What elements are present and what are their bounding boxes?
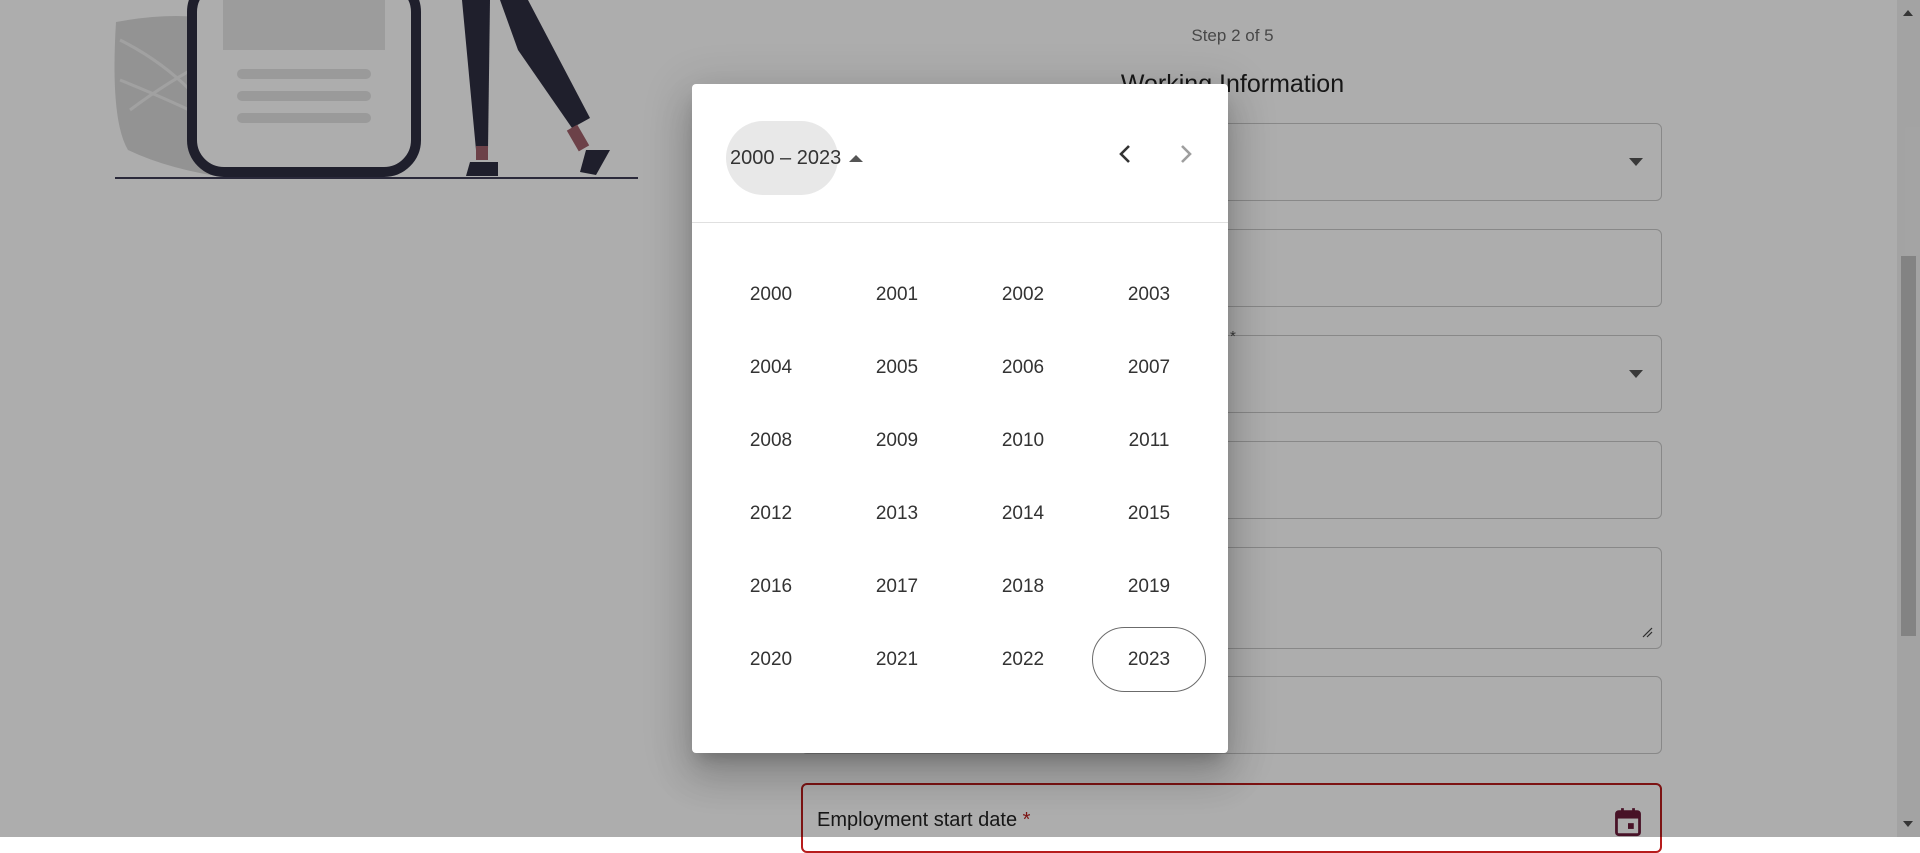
year-label: 2022 <box>1001 648 1045 670</box>
year-cell[interactable]: 2012 <box>708 477 834 550</box>
year-cell[interactable]: 2002 <box>960 258 1086 331</box>
year-label: 2000 <box>749 283 793 305</box>
year-label: 2003 <box>1127 283 1171 305</box>
year-row: 2012 2013 2014 2015 <box>708 477 1212 550</box>
year-cell[interactable]: 2000 <box>708 258 834 331</box>
year-label: 2013 <box>875 502 919 524</box>
year-cell[interactable]: 2008 <box>708 404 834 477</box>
next-period-button[interactable] <box>1162 130 1210 178</box>
year-row: 2000 2001 2002 2003 <box>708 258 1212 331</box>
year-label: 2012 <box>749 502 793 524</box>
period-toggle-button[interactable]: 2000 – 2023 <box>726 121 878 195</box>
year-cell[interactable]: 2018 <box>960 550 1086 623</box>
year-cell[interactable]: 2007 <box>1086 331 1212 404</box>
year-row: 2008 2009 2010 2011 <box>708 404 1212 477</box>
year-label: 2008 <box>749 429 793 451</box>
year-cell[interactable]: 2009 <box>834 404 960 477</box>
period-label: 2000 – 2023 <box>730 146 842 169</box>
year-label: 2014 <box>1001 502 1045 524</box>
year-grid: 2000 2001 2002 2003 2004 2005 2006 2007 … <box>708 258 1212 696</box>
year-cell[interactable]: 2011 <box>1086 404 1212 477</box>
year-cell[interactable]: 2004 <box>708 331 834 404</box>
year-row: 2016 2017 2018 2019 <box>708 550 1212 623</box>
chevron-right-icon <box>1181 145 1192 163</box>
year-label: 2005 <box>875 356 919 378</box>
year-cell[interactable]: 2020 <box>708 623 834 696</box>
year-label: 2020 <box>749 648 793 670</box>
datepicker-dialog: 2000 – 2023 2000 2001 2002 2003 2004 200… <box>692 84 1228 753</box>
year-cell[interactable]: 2017 <box>834 550 960 623</box>
year-label: 2015 <box>1127 502 1171 524</box>
year-cell-current[interactable]: 2023 <box>1086 623 1212 696</box>
year-cell[interactable]: 2019 <box>1086 550 1212 623</box>
datepicker-header: 2000 – 2023 <box>692 84 1228 223</box>
year-label: 2019 <box>1127 575 1171 597</box>
year-label: 2018 <box>1001 575 1045 597</box>
chevron-left-icon <box>1119 145 1130 163</box>
year-label: 2011 <box>1128 429 1170 451</box>
year-label: 2021 <box>875 648 919 670</box>
year-row: 2020 2021 2022 2023 <box>708 623 1212 696</box>
year-label: 2006 <box>1001 356 1045 378</box>
year-label: 2017 <box>875 575 919 597</box>
year-cell[interactable]: 2006 <box>960 331 1086 404</box>
year-cell[interactable]: 2022 <box>960 623 1086 696</box>
previous-period-button[interactable] <box>1101 130 1149 178</box>
year-row: 2004 2005 2006 2007 <box>708 331 1212 404</box>
caret-up-icon <box>849 154 864 162</box>
year-cell[interactable]: 2016 <box>708 550 834 623</box>
year-cell[interactable]: 2015 <box>1086 477 1212 550</box>
year-cell[interactable]: 2021 <box>834 623 960 696</box>
year-label: 2002 <box>1001 283 1045 305</box>
year-cell[interactable]: 2005 <box>834 331 960 404</box>
year-cell[interactable]: 2014 <box>960 477 1086 550</box>
year-label: 2001 <box>875 283 919 305</box>
year-label: 2004 <box>749 356 793 378</box>
year-label: 2010 <box>1001 429 1045 451</box>
year-label: 2016 <box>749 575 793 597</box>
year-cell[interactable]: 2003 <box>1086 258 1212 331</box>
year-cell[interactable]: 2001 <box>834 258 960 331</box>
year-label: 2023 <box>1092 627 1206 692</box>
year-label: 2007 <box>1127 356 1171 378</box>
year-label: 2009 <box>875 429 919 451</box>
year-cell[interactable]: 2010 <box>960 404 1086 477</box>
year-cell[interactable]: 2013 <box>834 477 960 550</box>
